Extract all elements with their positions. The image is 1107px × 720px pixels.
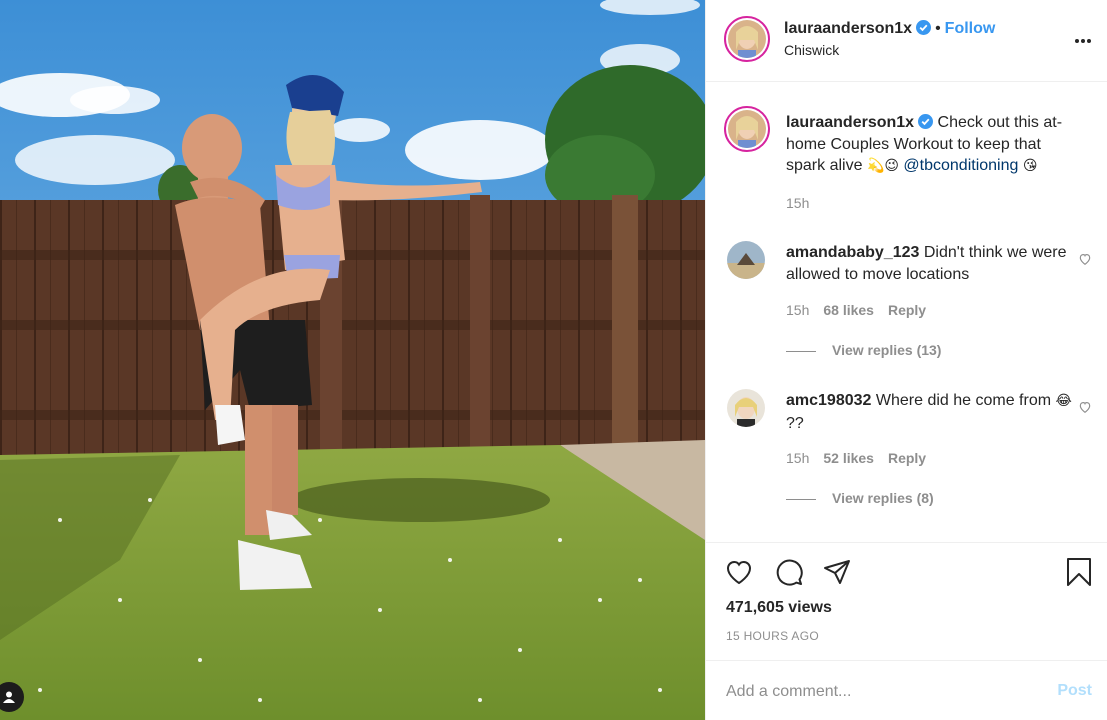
post-header: lauraanderson1x • Follow Chiswick [706, 0, 1107, 82]
share-icon[interactable] [822, 557, 852, 587]
comment-reply-button[interactable]: Reply [888, 302, 926, 318]
verified-badge-icon [918, 114, 934, 129]
comment-text: amc198032 Where did he come from 😂 ?? [786, 390, 1076, 434]
follow-button[interactable]: Follow [945, 20, 996, 37]
bookmark-icon[interactable] [1064, 557, 1094, 587]
post-comment-button[interactable]: Post [1057, 682, 1092, 700]
header-title-row: lauraanderson1x • Follow [784, 20, 995, 38]
caption-meta: 15h [786, 195, 823, 211]
comment-body-suffix: ?? [786, 414, 804, 432]
comment-username[interactable]: amc198032 [786, 392, 871, 409]
separator-dot: • [935, 20, 941, 37]
comment-like-heart-icon[interactable] [1078, 252, 1092, 266]
post-media-video[interactable] [0, 0, 705, 720]
post-actions-section: 471,605 views 15 HOURS AGO [706, 542, 1107, 660]
comment-reply-button[interactable]: Reply [888, 450, 926, 466]
comment-meta: 15h 68 likes Reply [786, 302, 940, 318]
comment-icon[interactable] [774, 557, 804, 587]
post-location[interactable]: Chiswick [784, 42, 839, 58]
comment-body: Where did he come from [875, 392, 1052, 409]
comment-item: amandababy_123 Didn't think we were allo… [706, 232, 1107, 380]
caption-emojis: 💫😉 [866, 158, 899, 174]
comment-time[interactable]: 15h [786, 302, 809, 318]
caption-text: lauraanderson1x Check out this at-home C… [786, 112, 1076, 178]
comment-meta: 15h 52 likes Reply [786, 450, 940, 466]
view-replies-label: View replies (8) [832, 490, 934, 506]
add-comment-bar: Post [706, 660, 1107, 720]
comment-avatar[interactable] [727, 389, 765, 427]
comment-time[interactable]: 15h [786, 450, 809, 466]
author-avatar[interactable] [724, 16, 770, 62]
view-replies-button[interactable]: View replies (13) [786, 342, 941, 358]
comment-emoji: 😂 [1055, 393, 1072, 409]
post-timestamp[interactable]: 15 HOURS AGO [726, 629, 819, 643]
comment-likes-count[interactable]: 68 likes [823, 302, 874, 318]
verified-badge-icon [916, 20, 932, 35]
comments-list[interactable]: lauraanderson1x Check out this at-home C… [706, 82, 1107, 542]
caption-mention-link[interactable]: @tbconditioning [903, 157, 1018, 174]
caption-username[interactable]: lauraanderson1x [786, 114, 914, 131]
caption-block: lauraanderson1x Check out this at-home C… [706, 82, 1107, 232]
ellipsis-icon[interactable] [1074, 27, 1092, 47]
replies-divider-line [786, 350, 816, 352]
comment-item: amc198032 Where did he come from 😂 ?? 15… [706, 380, 1107, 528]
comment-text: amandababy_123 Didn't think we were allo… [786, 242, 1076, 285]
comment-avatar[interactable] [727, 241, 765, 279]
author-username[interactable]: lauraanderson1x [784, 20, 912, 37]
view-replies-button[interactable]: View replies (8) [786, 490, 934, 506]
heart-icon[interactable] [724, 557, 754, 587]
post-photo [0, 0, 705, 720]
caption-time[interactable]: 15h [786, 195, 809, 211]
views-count[interactable]: 471,605 views [726, 599, 832, 617]
comment-like-heart-icon[interactable] [1078, 400, 1092, 414]
comment-likes-count[interactable]: 52 likes [823, 450, 874, 466]
caption-emoji-end: 😘 [1022, 158, 1038, 174]
add-comment-input[interactable] [724, 680, 1028, 704]
view-replies-label: View replies (13) [832, 342, 942, 358]
replies-divider-line [786, 498, 816, 500]
post-side-panel: lauraanderson1x • Follow Chiswick lauraand… [705, 0, 1107, 720]
caption-avatar[interactable] [724, 106, 770, 152]
comment-username[interactable]: amandababy_123 [786, 244, 919, 261]
